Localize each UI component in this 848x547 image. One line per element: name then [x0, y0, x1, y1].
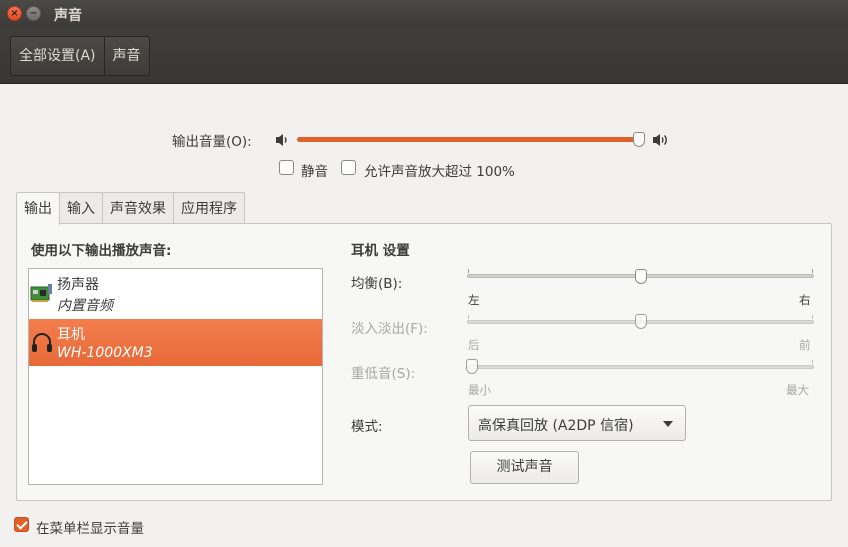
amplify-checkbox[interactable]: [341, 160, 356, 175]
window-title: 声音: [54, 8, 82, 24]
header-toolbar: 全部设置(A) 声音: [0, 28, 848, 84]
fade-right-label: 前: [799, 338, 811, 352]
device-description: WH-1000XM3: [57, 345, 153, 361]
device-settings-title: 耳机 设置: [351, 243, 410, 259]
mute-label: 静音: [301, 164, 328, 180]
test-sound-button[interactable]: 测试声音: [470, 451, 579, 484]
headphones-icon: [32, 333, 52, 352]
subwoofer-knob[interactable]: [466, 359, 478, 374]
tab-output[interactable]: 输出: [16, 192, 60, 225]
tab-sound-effects[interactable]: 声音效果: [102, 192, 174, 224]
speaker-low-icon: [276, 134, 287, 146]
balance-label: 均衡(B):: [351, 276, 403, 292]
balance-knob[interactable]: [634, 269, 647, 284]
fade-left-label: 后: [468, 338, 480, 352]
subwoofer-slider[interactable]: [467, 365, 814, 369]
mode-dropdown[interactable]: 高保真回放 (A2DP 信宿): [468, 405, 686, 441]
subwoofer-label: 重低音(S):: [351, 366, 416, 382]
sound-card-icon: [30, 284, 52, 302]
close-icon: ×: [10, 7, 19, 19]
chevron-down-icon: [663, 421, 673, 427]
tab-applications[interactable]: 应用程序: [173, 192, 245, 224]
device-description: 内置音频: [57, 298, 113, 314]
subwoofer-tick: [812, 360, 813, 364]
current-panel-button[interactable]: 声音: [105, 37, 149, 75]
subwoofer-min-label: 最小: [468, 383, 491, 397]
amplify-label: 允许声音放大超过 100%: [364, 164, 515, 180]
device-list-title: 使用以下输出播放声音:: [31, 243, 172, 259]
output-device-list: 扬声器 内置音频 耳机 WH-1000XM3: [28, 268, 323, 485]
title-bar: × − 声音: [0, 0, 848, 28]
mode-label: 模式:: [351, 419, 383, 435]
show-in-menubar-label: 在菜单栏显示音量: [36, 521, 144, 537]
fade-tick: [468, 315, 469, 319]
fade-tick: [812, 315, 813, 319]
sound-tabs: 输出 输入 声音效果 应用程序: [16, 192, 245, 225]
balance-tick: [812, 269, 813, 273]
minimize-icon: −: [29, 7, 38, 19]
output-volume-label: 输出音量(O):: [172, 134, 252, 150]
breadcrumb: 全部设置(A) 声音: [10, 36, 150, 76]
device-name: 耳机: [57, 327, 85, 343]
fade-label: 淡入淡出(F):: [351, 321, 428, 337]
output-volume-knob[interactable]: [632, 132, 645, 147]
balance-left-label: 左: [468, 293, 480, 307]
show-in-menubar-checkbox[interactable]: [14, 517, 29, 532]
list-item[interactable]: 扬声器 内置音频: [29, 269, 322, 316]
mode-value: 高保真回放 (A2DP 信宿): [478, 418, 634, 434]
mute-checkbox[interactable]: [279, 160, 294, 175]
output-volume-slider[interactable]: [297, 137, 642, 142]
list-item-selected[interactable]: 耳机 WH-1000XM3: [29, 319, 322, 366]
device-name: 扬声器: [57, 277, 99, 293]
all-settings-button[interactable]: 全部设置(A): [11, 37, 105, 75]
speaker-high-icon: [653, 134, 667, 146]
tab-input[interactable]: 输入: [59, 192, 103, 224]
balance-right-label: 右: [799, 293, 811, 307]
close-window-button[interactable]: ×: [7, 6, 22, 21]
output-volume-fill: [297, 137, 639, 142]
subwoofer-max-label: 最大: [786, 383, 809, 397]
balance-tick: [468, 269, 469, 273]
fade-knob[interactable]: [634, 314, 647, 329]
minimize-window-button[interactable]: −: [26, 6, 41, 21]
